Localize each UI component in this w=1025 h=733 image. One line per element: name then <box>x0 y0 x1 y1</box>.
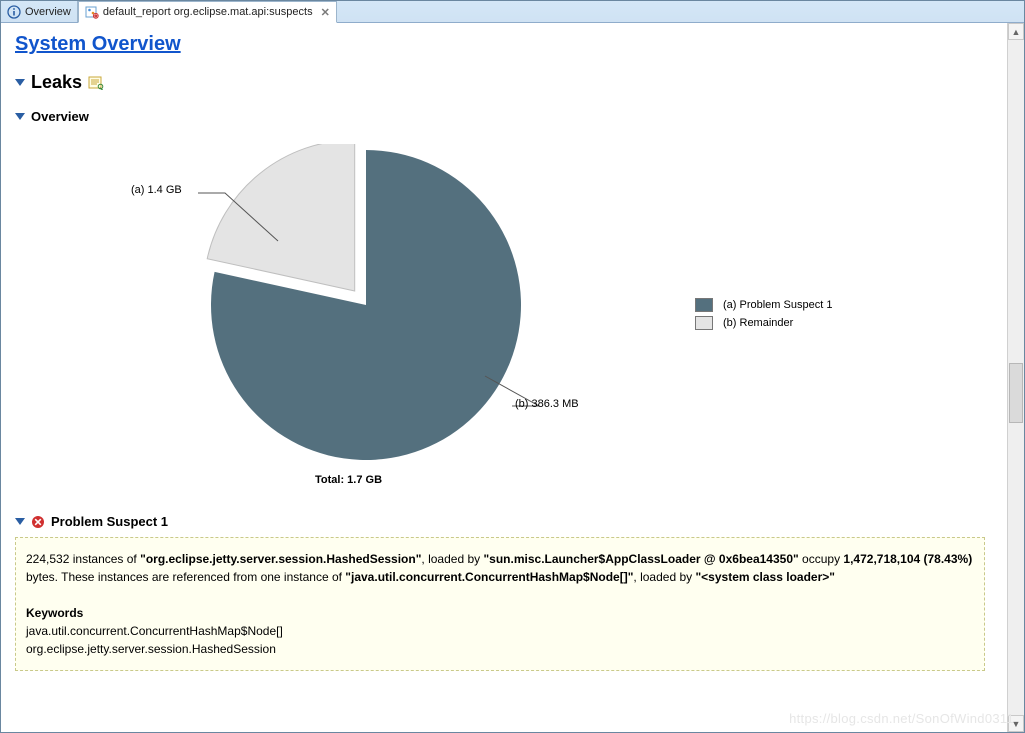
legend-label: (b) Remainder <box>723 317 793 329</box>
keyword-2: org.eclipse.jetty.server.session.HashedS… <box>26 640 974 658</box>
legend-swatch <box>695 298 713 312</box>
tab-label: Overview <box>25 6 71 18</box>
info-icon <box>7 5 21 19</box>
suspect-loader-1: sun.misc.Launcher$AppClassLoader @ 0x6be… <box>489 552 793 566</box>
report-icon <box>88 76 104 90</box>
scroll-down-arrow[interactable]: ▼ <box>1008 715 1024 732</box>
suspect-paragraph: 224,532 instances of "org.eclipse.jetty.… <box>26 550 974 586</box>
report-icon <box>85 5 99 19</box>
chevron-down-icon <box>15 113 25 120</box>
error-icon <box>31 515 45 529</box>
content-wrap: System Overview Leaks Overview <box>1 23 1024 732</box>
tab-bar: Overview default_report org.eclipse.mat.… <box>1 1 1024 23</box>
pie-total: Total: 1.7 GB <box>315 474 382 486</box>
keywords-label: Keywords <box>26 606 83 620</box>
keyword-1: java.util.concurrent.ConcurrentHashMap$N… <box>26 622 974 640</box>
leader-lines <box>15 144 715 504</box>
suspect-class: org.eclipse.jetty.server.session.HashedS… <box>146 552 416 566</box>
legend-item-a: (a) Problem Suspect 1 <box>695 298 832 312</box>
problem-suspect-box: 224,532 instances of "org.eclipse.jetty.… <box>15 537 985 671</box>
suspect-loader-2: <system class loader> <box>701 570 829 584</box>
callout-a: (a) 1.4 GB <box>131 184 182 196</box>
scroll-thumb[interactable] <box>1009 363 1023 423</box>
tab-overview[interactable]: Overview <box>1 1 78 22</box>
callout-b: (b) 386.3 MB <box>515 398 579 410</box>
pie-chart: (a) 1.4 GB (b) 386.3 MB Total: 1.7 GB (a… <box>15 144 997 504</box>
tab-default-report[interactable]: default_report org.eclipse.mat.api:suspe… <box>78 1 337 23</box>
problem-suspect-heading: Problem Suspect 1 <box>51 514 168 529</box>
system-overview-link[interactable]: System Overview <box>15 33 181 56</box>
chevron-down-icon <box>15 79 25 86</box>
legend-label: (a) Problem Suspect 1 <box>723 299 832 311</box>
app-window: Overview default_report org.eclipse.mat.… <box>0 0 1025 733</box>
content-area: System Overview Leaks Overview <box>1 23 1007 732</box>
suspect-bytes: 1,472,718,104 (78.43%) <box>843 552 972 566</box>
close-icon[interactable]: ✕ <box>321 6 330 19</box>
tab-label: default_report org.eclipse.mat.api:suspe… <box>103 6 313 18</box>
leaks-heading: Leaks <box>31 72 82 93</box>
scroll-up-arrow[interactable]: ▲ <box>1008 23 1024 40</box>
suspect-ref-class: java.util.concurrent.ConcurrentHashMap$N… <box>351 570 628 584</box>
chevron-down-icon <box>15 518 25 525</box>
section-problem-suspect[interactable]: Problem Suspect 1 <box>15 514 997 529</box>
legend-item-b: (b) Remainder <box>695 316 832 330</box>
overview-heading: Overview <box>31 109 89 124</box>
suspect-instances: 224,532 <box>26 552 69 566</box>
legend: (a) Problem Suspect 1 (b) Remainder <box>695 294 832 334</box>
vertical-scrollbar[interactable]: ▲ ▼ <box>1007 23 1024 732</box>
legend-swatch <box>695 316 713 330</box>
section-overview[interactable]: Overview <box>15 109 997 124</box>
section-leaks[interactable]: Leaks <box>15 72 997 93</box>
